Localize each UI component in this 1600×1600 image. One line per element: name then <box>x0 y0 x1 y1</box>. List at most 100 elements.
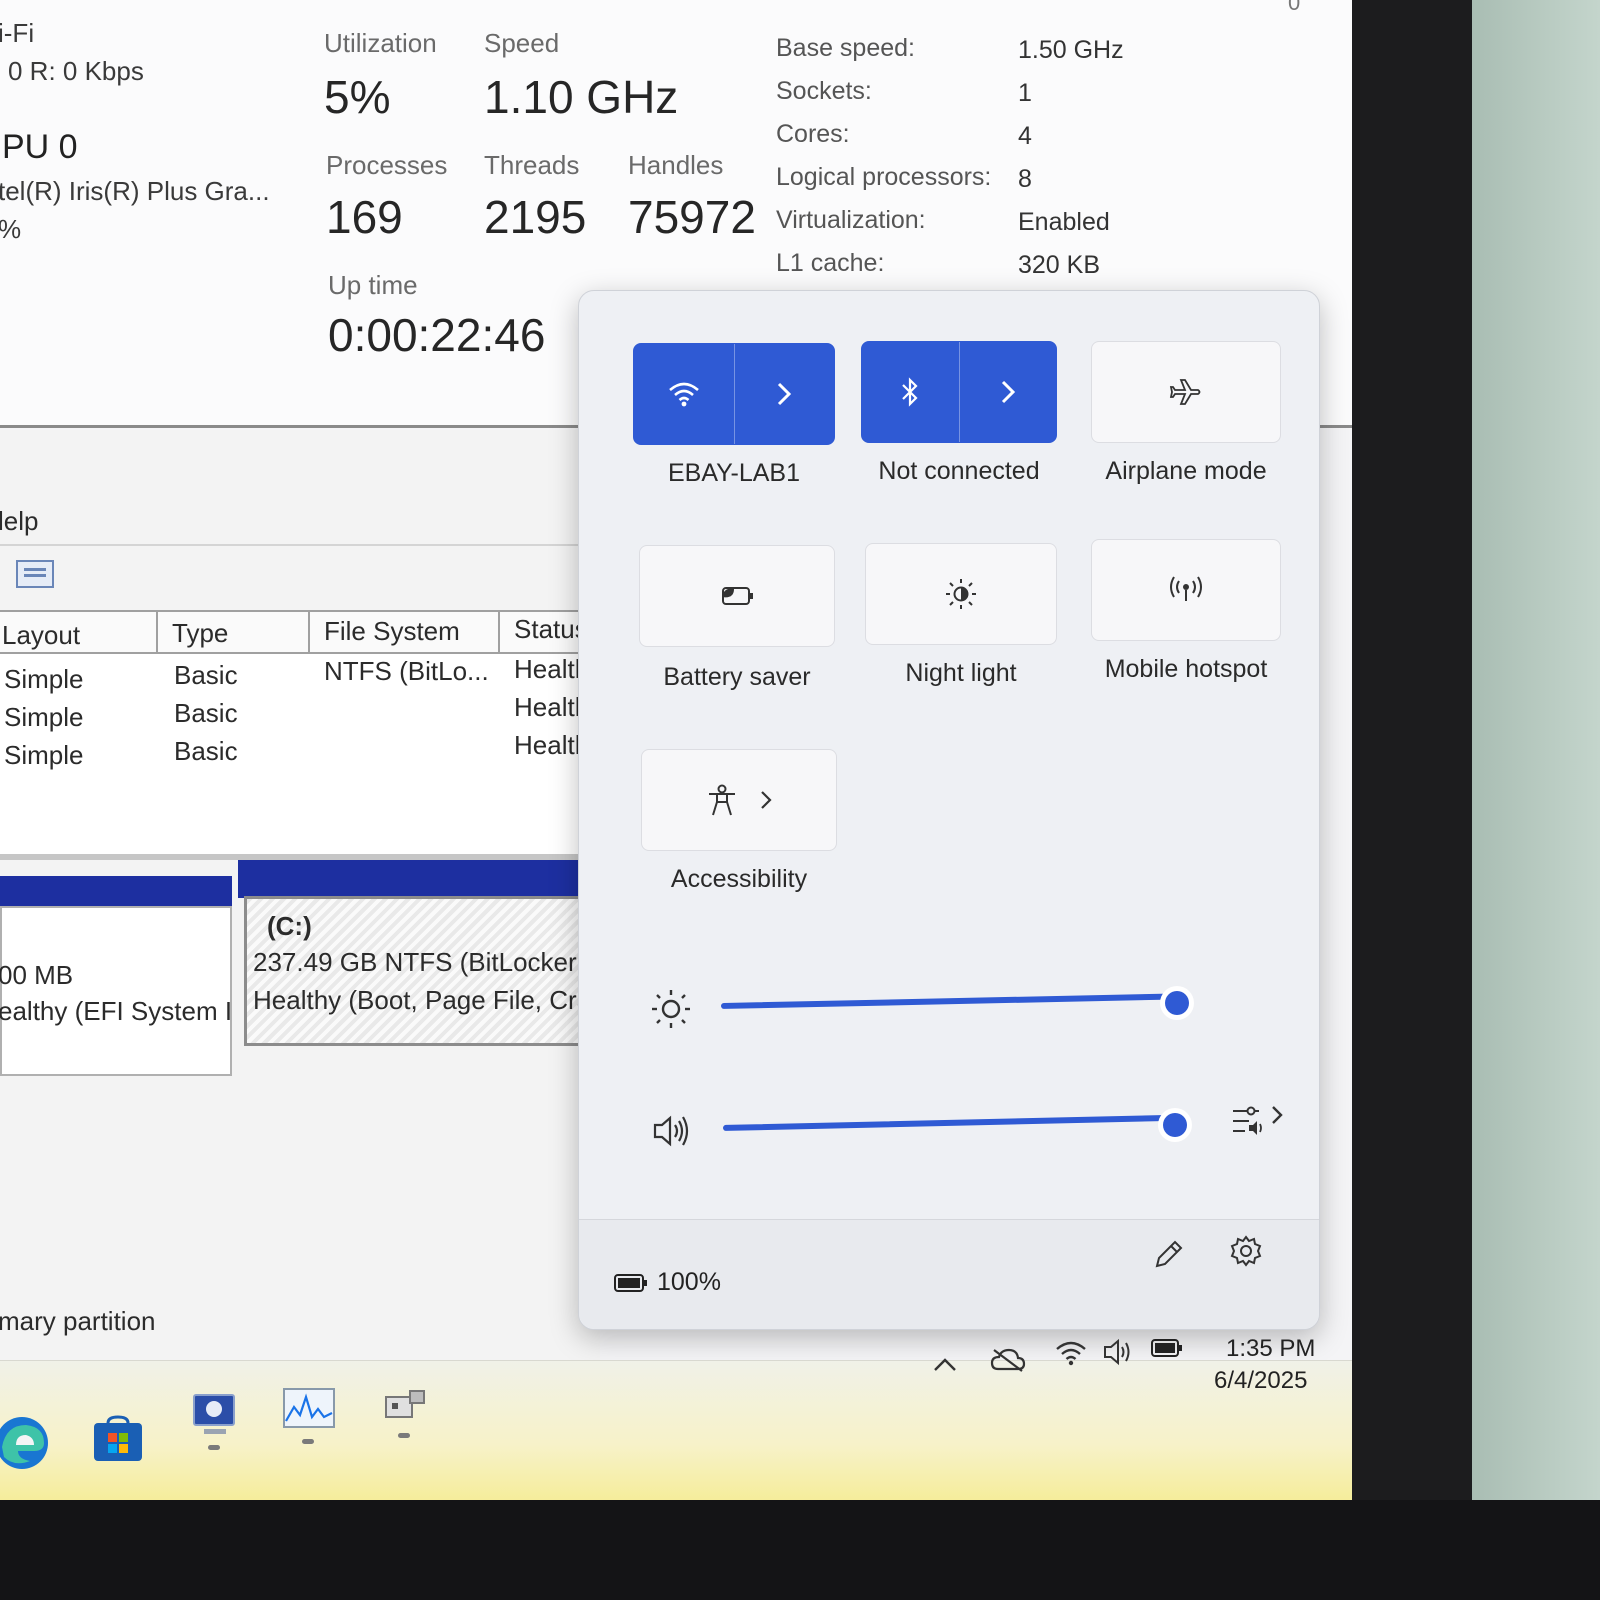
tile-label: Night light <box>905 659 1017 687</box>
partition-efi[interactable]: 00 MB ealthy (EFI System I <box>0 906 232 1076</box>
edit-quick-settings-button[interactable] <box>1151 1238 1185 1272</box>
tile-label: Airplane mode <box>1105 457 1267 485</box>
brightness-slider-thumb[interactable] <box>1165 991 1189 1015</box>
mobile-hotspot-tile[interactable] <box>1091 539 1281 641</box>
spec-value: 1.50 GHz <box>1018 36 1124 64</box>
handles-value: 75972 <box>628 191 756 243</box>
partition-header-bar <box>238 860 600 898</box>
settings-button[interactable] <box>1229 1234 1263 1268</box>
wifi-expand-button[interactable] <box>735 344 835 444</box>
running-indicator <box>398 1433 410 1438</box>
spec-value: Enabled <box>1018 208 1110 236</box>
column-label: Layout <box>2 620 81 650</box>
bluetooth-expand-button[interactable] <box>960 342 1057 442</box>
spec-label: Base speed: <box>776 34 915 62</box>
speaker-icon[interactable] <box>1102 1337 1136 1367</box>
column-header-file-system[interactable]: File System <box>310 612 500 652</box>
pencil-icon <box>1155 1240 1183 1268</box>
accessibility-tile[interactable] <box>641 749 837 851</box>
legend-primary-partition: mary partition <box>0 1306 156 1336</box>
speed-label: Speed <box>484 28 560 58</box>
quick-settings-footer: 100% <box>579 1219 1319 1329</box>
cell-layout: Simple <box>4 702 84 732</box>
handles-label: Handles <box>628 150 724 180</box>
audio-output-icon <box>1233 1106 1283 1135</box>
processes-value: 169 <box>326 191 403 243</box>
column-header-type[interactable]: Type <box>158 612 310 652</box>
threads-value: 2195 <box>484 191 587 243</box>
wifi-icon[interactable] <box>1054 1339 1088 1367</box>
bluetooth-toggle-button[interactable] <box>862 342 959 442</box>
corner-glyph: 0 <box>1288 0 1301 15</box>
volume-slider-thumb[interactable] <box>1163 1113 1187 1137</box>
cell-layout: Simple <box>4 740 84 770</box>
tile-label: Mobile hotspot <box>1104 655 1268 683</box>
clock-date[interactable]: 6/4/2025 <box>1214 1367 1307 1395</box>
night-light-tile[interactable] <box>865 543 1057 645</box>
edge-icon[interactable] <box>0 1415 50 1471</box>
wifi-tile[interactable] <box>633 343 835 445</box>
uptime-label: Up time <box>328 270 418 300</box>
audio-output-button[interactable] <box>1231 1103 1287 1139</box>
usb-icon[interactable] <box>380 1381 428 1429</box>
accessibility-icon <box>709 784 735 816</box>
gpu-title[interactable]: PU 0 <box>2 128 78 167</box>
taskbar: 1:35 PM 6/4/2025 <box>0 1335 1352 1500</box>
wifi-label[interactable]: i-Fi <box>0 18 34 49</box>
spec-value: 320 KB <box>1018 251 1101 279</box>
gpu-percent: % <box>0 214 22 244</box>
airplane-icon <box>1169 379 1201 405</box>
tile-label: Not connected <box>878 457 1040 485</box>
volume-icon[interactable] <box>651 1111 691 1151</box>
wifi-speed: 0 R: 0 Kbps <box>8 56 144 86</box>
tile-label: Accessibility <box>670 865 808 893</box>
airplane-mode-tile[interactable] <box>1091 341 1281 443</box>
spec-label: Virtualization: <box>776 206 926 234</box>
tile-label: Battery saver <box>663 663 811 691</box>
uptime-value: 0:00:22:46 <box>328 309 546 361</box>
column-label: File System <box>324 616 460 646</box>
processes-label: Processes <box>326 150 448 180</box>
utilization-value: 5% <box>324 71 391 123</box>
speed-value: 1.10 GHz <box>484 71 679 123</box>
battery-icon[interactable] <box>1150 1337 1184 1359</box>
column-header-layout[interactable]: Layout <box>0 612 158 652</box>
performance-monitor-icon[interactable] <box>282 1387 336 1433</box>
running-indicator <box>302 1439 314 1444</box>
volume-slider-track[interactable] <box>722 1114 1169 1131</box>
clock-time[interactable]: 1:35 PM <box>1226 1335 1315 1363</box>
cell-type: Basic <box>174 660 238 690</box>
onedrive-icon[interactable] <box>990 1347 1026 1373</box>
partition-status: Healthy (Boot, Page File, Cras <box>253 985 605 1015</box>
battery-status[interactable]: 100% <box>613 1268 721 1297</box>
gear-icon <box>1230 1235 1262 1267</box>
chevron-right-icon <box>778 382 792 406</box>
bluetooth-tile[interactable] <box>861 341 1057 443</box>
battery-saver-icon <box>722 587 753 605</box>
spec-label: Logical processors: <box>776 163 992 191</box>
spec-value: 8 <box>1018 165 1032 193</box>
wifi-toggle-button[interactable] <box>634 344 734 444</box>
spec-value: 4 <box>1018 122 1032 150</box>
menu-divider <box>0 544 600 546</box>
brightness-icon <box>649 987 693 1031</box>
monitor-bezel-right <box>1352 0 1472 1600</box>
brightness-slider-track[interactable] <box>720 993 1171 1009</box>
battery-percentage: 100% <box>657 1268 721 1296</box>
night-light-icon <box>946 579 976 609</box>
partition-c[interactable]: (C:) 237.49 GB NTFS (BitLocker Er Health… <box>244 896 610 1046</box>
spec-value: 1 <box>1018 79 1032 107</box>
menu-help[interactable]: lelp <box>0 506 38 537</box>
store-icon[interactable] <box>92 1415 144 1463</box>
gpu-name: tel(R) Iris(R) Plus Gra... <box>0 176 270 206</box>
chevron-up-icon[interactable] <box>932 1355 958 1373</box>
column-label: Type <box>172 618 229 648</box>
column-label: Status <box>514 614 588 644</box>
partition-name: (C:) <box>267 911 312 941</box>
properties-icon[interactable] <box>16 560 54 588</box>
cell-type: Basic <box>174 698 238 728</box>
device-manager-icon[interactable] <box>190 1391 240 1441</box>
threads-label: Threads <box>484 150 580 180</box>
battery-saver-tile[interactable] <box>639 545 835 647</box>
disk-management: lelp Layout Type File System Status Simp… <box>0 430 610 1390</box>
